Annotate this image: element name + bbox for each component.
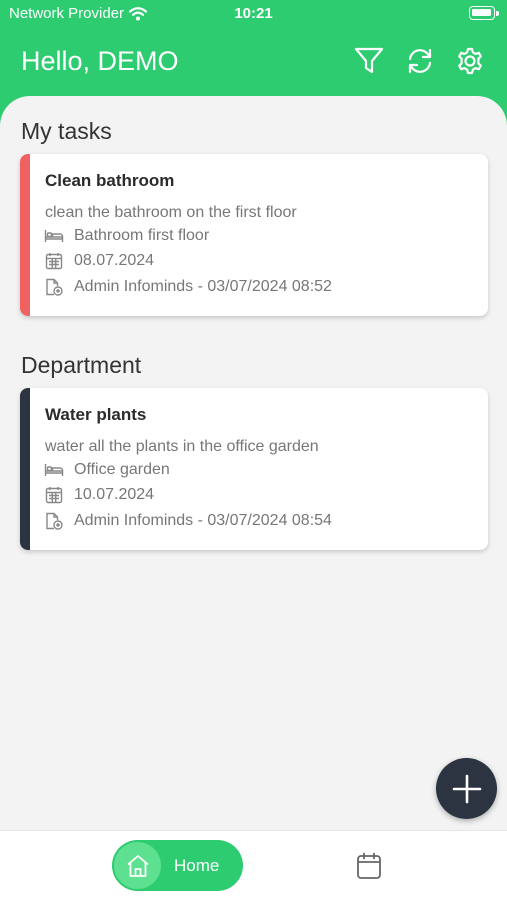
task-location: Office garden <box>74 461 170 478</box>
refresh-button[interactable] <box>403 44 437 78</box>
task-location: Bathroom first floor <box>74 227 210 244</box>
clock: 10:21 <box>234 5 273 22</box>
task-created: Admin Infominds - 03/07/2024 08:54 <box>74 512 332 529</box>
status-bar: Network Provider 10:21 <box>0 0 507 30</box>
file-add-icon <box>46 278 63 296</box>
task-title: Water plants <box>45 405 147 424</box>
nav-home-tab[interactable]: Home <box>112 840 243 891</box>
home-icon <box>126 854 149 877</box>
home-icon-circle <box>114 842 161 889</box>
bed-icon <box>44 464 64 476</box>
bed-icon <box>44 230 64 242</box>
task-date: 08.07.2024 <box>74 252 155 269</box>
settings-button[interactable] <box>453 44 487 78</box>
task-date-row: 08.07.2024 <box>44 252 154 270</box>
battery-icon <box>469 6 495 20</box>
battery-tip <box>496 11 499 16</box>
add-task-button[interactable] <box>436 758 497 819</box>
task-date: 10.07.2024 <box>74 486 155 503</box>
task-created-row: Admin Infominds - 03/07/2024 08:52 <box>44 278 332 296</box>
calendar-icon <box>45 487 63 504</box>
task-location-row: Office garden <box>44 461 170 479</box>
nav-calendar-tab[interactable] <box>352 849 386 883</box>
nav-home-label: Home <box>174 856 220 875</box>
task-location-row: Bathroom first floor <box>44 227 209 245</box>
bottom-nav: Home <box>0 830 507 900</box>
task-description: clean the bathroom on the first floor <box>45 204 297 221</box>
task-date-row: 10.07.2024 <box>44 486 154 504</box>
priority-accent <box>20 388 30 550</box>
task-card-clean-bathroom[interactable]: Clean bathroom clean the bathroom on the… <box>20 154 488 316</box>
main-content[interactable]: My tasks Clean bathroom clean the bathro… <box>0 96 507 830</box>
greeting-title: Hello, DEMO <box>21 46 179 76</box>
task-card-water-plants[interactable]: Water plants water all the plants in the… <box>20 388 488 550</box>
task-description: water all the plants in the office garde… <box>45 438 319 455</box>
filter-button[interactable] <box>352 44 386 78</box>
filter-icon <box>354 47 384 74</box>
calendar-icon <box>357 852 381 879</box>
task-created: Admin Infominds - 03/07/2024 08:52 <box>74 278 332 295</box>
file-add-icon <box>46 512 63 530</box>
plus-icon <box>452 774 481 803</box>
task-created-row: Admin Infominds - 03/07/2024 08:54 <box>44 512 332 530</box>
app-header: Hello, DEMO <box>0 30 507 96</box>
priority-accent <box>20 154 30 316</box>
task-title: Clean bathroom <box>45 171 175 190</box>
section-title-department: Department <box>21 352 142 378</box>
calendar-icon <box>45 253 63 270</box>
refresh-icon <box>408 48 432 74</box>
section-title-my-tasks: My tasks <box>21 118 112 144</box>
gear-icon <box>458 47 482 75</box>
